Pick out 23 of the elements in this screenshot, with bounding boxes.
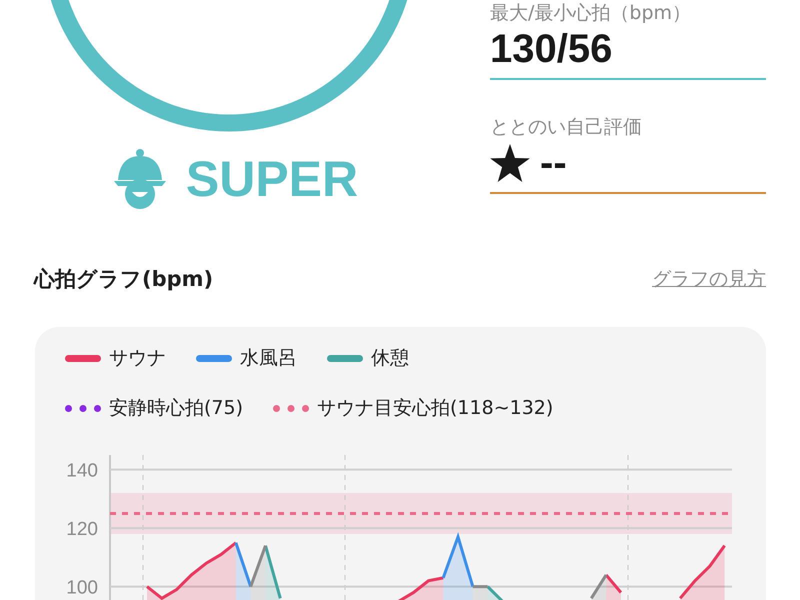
legend-label: 休憩 xyxy=(371,346,409,371)
star-icon xyxy=(490,144,530,182)
heart-rate-area xyxy=(264,545,282,600)
graph-guide-link[interactable]: グラフの見方 xyxy=(652,266,766,292)
helmet-face-icon xyxy=(112,148,168,210)
legend-label: 水風呂 xyxy=(240,346,297,371)
legend-label: 安静時心拍(75) xyxy=(109,396,244,421)
stat-label: ととのい自己評価 xyxy=(490,115,643,138)
heart-rate-area xyxy=(679,544,726,600)
heart-rate-area xyxy=(486,586,504,600)
legend-label: サウナ xyxy=(109,346,166,371)
heart-rate-area xyxy=(604,574,622,600)
axis-tick-label: 140 xyxy=(66,460,98,482)
level-text: SUPER xyxy=(186,150,358,208)
heart-rate-area xyxy=(249,545,267,600)
legend-label: サウナ目安心拍(118~132) xyxy=(317,396,554,421)
section-title: 心拍グラフ(bpm) xyxy=(34,266,214,293)
axis-tick-label: 100 xyxy=(66,578,98,599)
stat-value: 130/56 xyxy=(490,26,612,72)
heart-rate-area xyxy=(590,574,608,600)
stat-label: 最大/最小心拍（bpm） xyxy=(490,1,692,24)
stat-value: -- xyxy=(540,140,567,186)
axis-tick-label: 120 xyxy=(66,519,98,540)
